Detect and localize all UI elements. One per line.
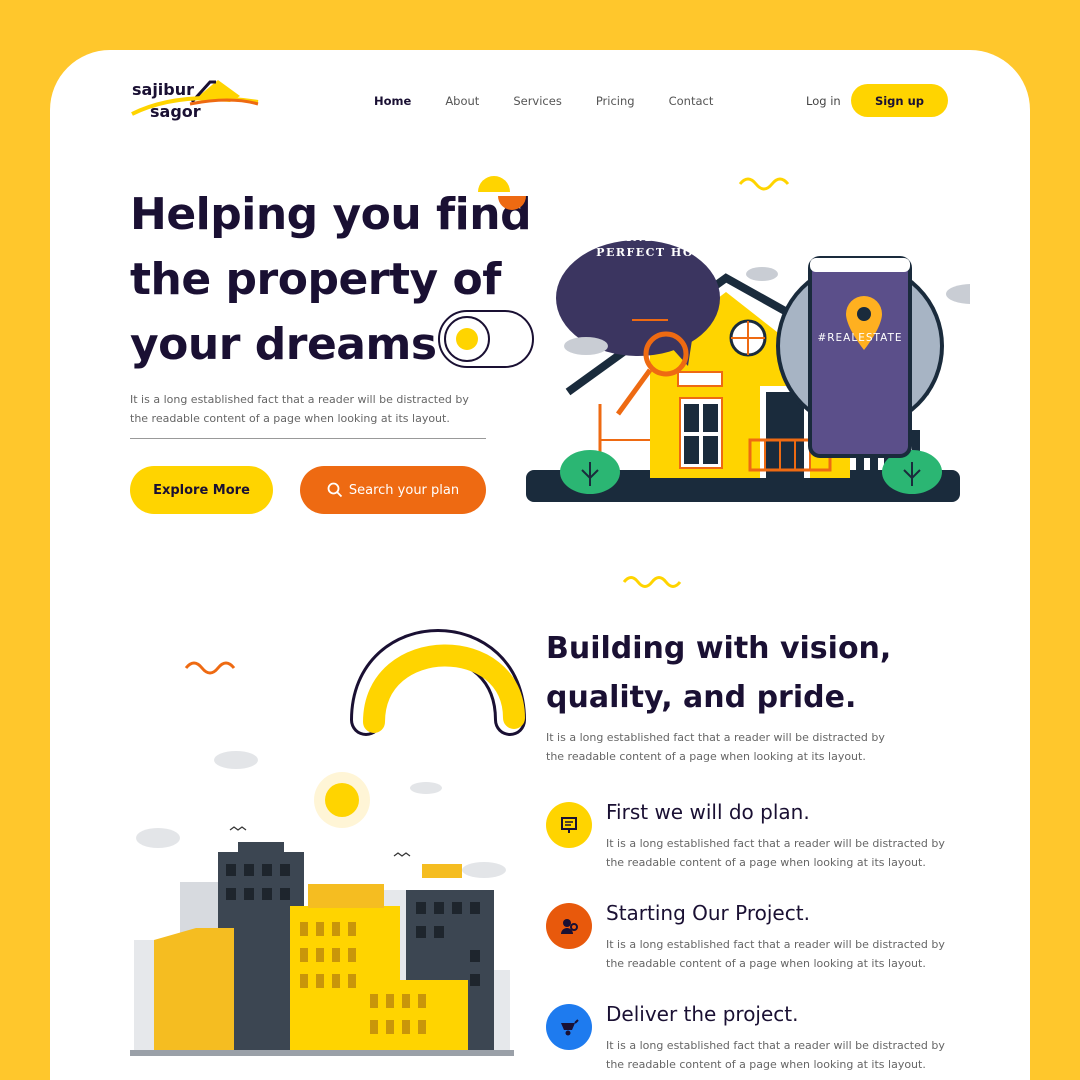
brand-line2: sagor: [150, 102, 201, 121]
search-plan-button[interactable]: Search your plan: [300, 466, 486, 514]
step-description: It is a long established fact that a rea…: [606, 938, 945, 970]
explore-more-button[interactable]: Explore More: [130, 466, 273, 514]
wheelbarrow-icon: [546, 1004, 592, 1050]
signup-button[interactable]: Sign up: [851, 84, 948, 117]
step-item-plan: First we will do plan. It is a long esta…: [546, 800, 966, 880]
step-item-start: Starting Our Project. It is a long estab…: [546, 901, 966, 981]
step-description: It is a long established fact that a rea…: [606, 837, 945, 869]
nav-item-about[interactable]: About: [445, 94, 479, 108]
step-title: Deliver the project.: [606, 1002, 799, 1026]
step-description: It is a long established fact that a rea…: [606, 1039, 945, 1071]
nav-item-pricing[interactable]: Pricing: [596, 94, 635, 108]
search-icon: [327, 482, 343, 498]
bubble-line2: PERFECT HOME!: [596, 246, 724, 259]
squiggle-icon: [622, 576, 682, 588]
presentation-board-icon: [546, 802, 592, 848]
nav-item-contact[interactable]: Contact: [669, 94, 714, 108]
toggle-knob: [444, 316, 490, 362]
team-gear-icon: [546, 903, 592, 949]
squiggle-icon: [738, 177, 790, 191]
section-title: Building with vision, quality, and pride…: [546, 631, 892, 715]
main-nav: Home About Services Pricing Contact: [374, 94, 747, 108]
bubble-line1: FIND YOUR: [616, 231, 704, 244]
hero-divider: [130, 438, 486, 439]
brand-logo[interactable]: sajibur sagor: [130, 78, 280, 128]
page-card: sajibur sagor Home About Services Pricin…: [50, 50, 1030, 1080]
step-title: Starting Our Project.: [606, 901, 810, 925]
phone-hashtag: #REALESTATE: [817, 332, 903, 344]
nav-item-home[interactable]: Home: [374, 94, 411, 108]
search-plan-label: Search your plan: [348, 482, 460, 498]
nav-item-services[interactable]: Services: [513, 94, 562, 108]
brand-line1: sajibur: [132, 80, 195, 99]
hero-description: It is a long established fact that a rea…: [130, 393, 469, 425]
section-description: It is a long established fact that a rea…: [546, 731, 885, 763]
bubble-text: FIND YOUR PERFECT HOME!: [585, 230, 735, 260]
city-buildings-illustration: [130, 629, 526, 1056]
login-link[interactable]: Log in: [806, 94, 841, 108]
step-title: First we will do plan.: [606, 800, 810, 824]
step-item-deliver: Deliver the project. It is a long establ…: [546, 1002, 966, 1080]
